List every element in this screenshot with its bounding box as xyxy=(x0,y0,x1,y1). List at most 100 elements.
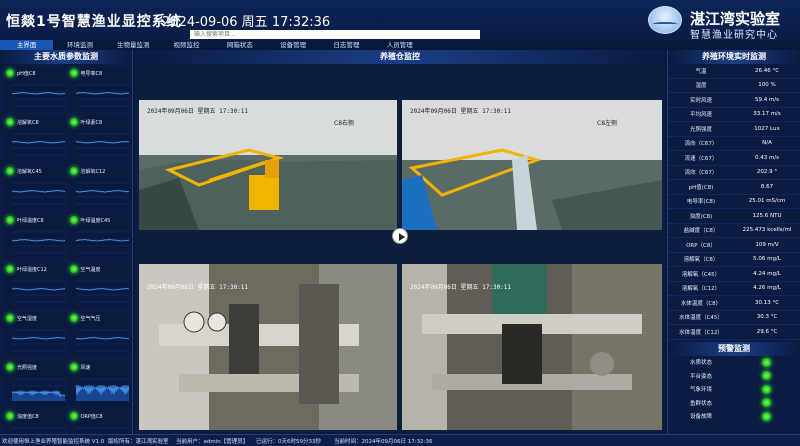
tab-video[interactable]: 视频监控 xyxy=(160,40,213,50)
sparkline-line xyxy=(75,189,129,193)
sparkline-line xyxy=(11,140,66,144)
tab-home[interactable]: 主界面 xyxy=(0,40,54,50)
sparkline-chart xyxy=(75,182,129,205)
video-feed-1[interactable]: 2024年09月06日 星期五 17:30:11 C8右侧 xyxy=(139,100,397,230)
tab-users[interactable]: 人员管理 xyxy=(373,40,426,50)
alarm-row: 气象环境 xyxy=(668,383,800,397)
env-value: 202.9 ° xyxy=(756,169,778,176)
alarm-row: 平台姿态 xyxy=(668,369,800,383)
video-grid: 2024年09月06日 星期五 17:30:11 C8右侧 2024年09月06… xyxy=(137,66,663,432)
status-led-icon xyxy=(6,69,14,77)
env-value: 29.6 °C xyxy=(756,328,778,335)
alarm-status-led-icon xyxy=(762,411,771,421)
env-label: 实时风速 xyxy=(689,97,712,104)
tab-environment[interactable]: 环境监测 xyxy=(53,40,106,50)
tab-empty-4[interactable] xyxy=(586,40,639,50)
sensor-label: pH值C8 xyxy=(17,71,36,77)
sensor-chart[interactable]: 叶绿素C8 xyxy=(67,116,129,161)
sparkline-line xyxy=(75,140,129,144)
sensor-chart[interactable]: 溶解氧C12 xyxy=(67,165,129,210)
status-bar: 欢迎使用恒上渔业养殖智能监控系统 V1.0 版权所有：湛江湾实验室 当前用户：a… xyxy=(0,434,800,446)
sparkline-chart xyxy=(75,329,129,352)
env-label: pH值(C8) xyxy=(688,184,714,191)
status-led-icon xyxy=(6,216,14,224)
sensor-label: 浊度值C8 xyxy=(17,414,39,420)
status-led-icon xyxy=(69,314,78,322)
sensor-chart[interactable]: 风速 xyxy=(67,361,129,406)
video-panel: 养殖仓监控 2024年09月06日 星期五 17:30:11 C8右侧 2024… xyxy=(135,50,665,434)
tab-empty-2[interactable] xyxy=(480,40,533,50)
alarm-label: 设备故障 xyxy=(689,414,712,421)
env-value: 8.67 xyxy=(760,183,774,190)
env-label: 溶解氧（C12） xyxy=(681,286,721,293)
env-value: 30.3 °C xyxy=(756,314,778,321)
env-value: 1027 Lux xyxy=(754,125,780,132)
tab-empty-5[interactable] xyxy=(640,40,693,50)
alarm-label: 平台姿态 xyxy=(689,373,712,380)
tab-cage-status[interactable]: 网箱状态 xyxy=(213,40,266,50)
footer-welcome: 欢迎使用恒上渔业养殖智能监控系统 V1.0 xyxy=(2,439,105,445)
sensor-chart[interactable]: pH值C8 xyxy=(4,67,66,112)
env-row: 水体温度（C8） 30.13 °C xyxy=(668,296,800,311)
env-row: ORP（C8） 109 m/V xyxy=(668,238,800,253)
play-button[interactable] xyxy=(392,228,408,244)
sensor-chart[interactable]: 电导率C8 xyxy=(67,67,129,112)
sensor-chart[interactable]: 溶解氧C8 xyxy=(4,116,66,161)
video-feed-2[interactable]: 2024年09月06日 星期五 17:30:11 C8左侧 xyxy=(402,100,662,230)
env-row: 溶解氧（C12） 4.26 mg/L xyxy=(668,282,800,296)
sparkline-line xyxy=(11,189,66,193)
sensor-chart[interactable]: 溶解氧C45 xyxy=(4,165,66,210)
sensor-chart[interactable]: 光照强度 xyxy=(4,361,66,406)
sensor-label: 空气湿度 xyxy=(17,316,38,322)
search-input[interactable] xyxy=(190,30,480,39)
tab-biomass[interactable]: 生物量监测 xyxy=(107,40,160,50)
sparkline-line xyxy=(75,287,129,291)
env-row: 水体温度（C45） 30.3 °C xyxy=(668,311,800,325)
sensor-chart[interactable]: 叶绿温度C45 xyxy=(67,214,129,259)
sensor-label: 溶解氧C8 xyxy=(17,120,39,126)
env-label: 流向（C67） xyxy=(684,141,718,148)
alarm-label: 鱼群状态 xyxy=(689,400,712,407)
env-row: 流速（C67） 0.43 m/s xyxy=(668,151,800,166)
video-feed-4[interactable]: 2024年09月06日 星期五 17:30:11 xyxy=(402,264,662,430)
sparkline-chart xyxy=(11,329,66,352)
tab-empty-7[interactable] xyxy=(746,40,799,50)
env-row: 水体温度（C12） 29.6 °C xyxy=(668,325,800,340)
status-led-icon xyxy=(6,412,14,420)
sensor-chart[interactable]: 叶绿温度C12 xyxy=(4,263,66,308)
water-quality-title: 主要水质参数监测 xyxy=(0,50,132,64)
water-quality-panel: 主要水质参数监测 pH值C8 电导率C8 溶解氧C8 叶绿素C8 溶解氧C45 溶解氧C1… xyxy=(0,50,133,446)
system-title: 恒燚1号智慧渔业显控系统 xyxy=(6,14,182,30)
sensor-chart[interactable]: 空气温度 xyxy=(67,263,129,308)
sparkline-chart xyxy=(75,84,129,107)
env-row: 溶解氧（C8） 5.06 mg/L xyxy=(668,253,800,267)
video-feed-3[interactable]: 2024年09月06日 星期五 17:30:11 xyxy=(139,264,397,430)
sensor-label: 叶绿素C8 xyxy=(80,120,103,126)
video-1-camera-label: C8右侧 xyxy=(334,120,355,127)
main-nav: 主界面 环境监测 生物量监测 视频监控 网箱状态 设备管理 日志管理 人员管理 xyxy=(0,40,800,50)
footer-time: 当前时间：2024年09月06日 17:32:36 xyxy=(334,439,433,445)
env-label: ORP（C8） xyxy=(686,242,716,249)
tab-empty-3[interactable] xyxy=(533,40,586,50)
sensor-chart[interactable]: 叶绿温度C8 xyxy=(4,214,66,259)
sensor-label: 光照强度 xyxy=(17,365,38,371)
env-row: 溶解氧（C45） 4.24 mg/L xyxy=(668,267,800,282)
sensor-label: 溶解氧C12 xyxy=(80,169,106,175)
sensor-chart[interactable]: 空气湿度 xyxy=(4,312,66,357)
sensor-chart[interactable]: 空气气压 xyxy=(67,312,129,357)
sparkline-chart xyxy=(75,280,129,303)
alarm-row: 水质状态 xyxy=(668,356,800,370)
tab-devices[interactable]: 设备管理 xyxy=(266,40,319,50)
status-led-icon xyxy=(69,69,78,77)
alarm-label: 水质状态 xyxy=(689,360,712,367)
env-value: 100 % xyxy=(758,82,776,89)
env-label: 溶解氧（C45） xyxy=(681,271,721,278)
video-2-timestamp: 2024年09月06日 星期五 17:30:11 xyxy=(410,108,512,115)
alarm-row: 鱼群状态 xyxy=(668,396,800,410)
sparkline-line xyxy=(11,91,66,95)
sensor-label: 空气温度 xyxy=(80,267,101,273)
tab-logs[interactable]: 日志管理 xyxy=(320,40,373,50)
tab-empty-1[interactable] xyxy=(426,40,479,50)
env-label: 流速（C67） xyxy=(684,155,718,162)
tab-empty-6[interactable] xyxy=(693,40,746,50)
